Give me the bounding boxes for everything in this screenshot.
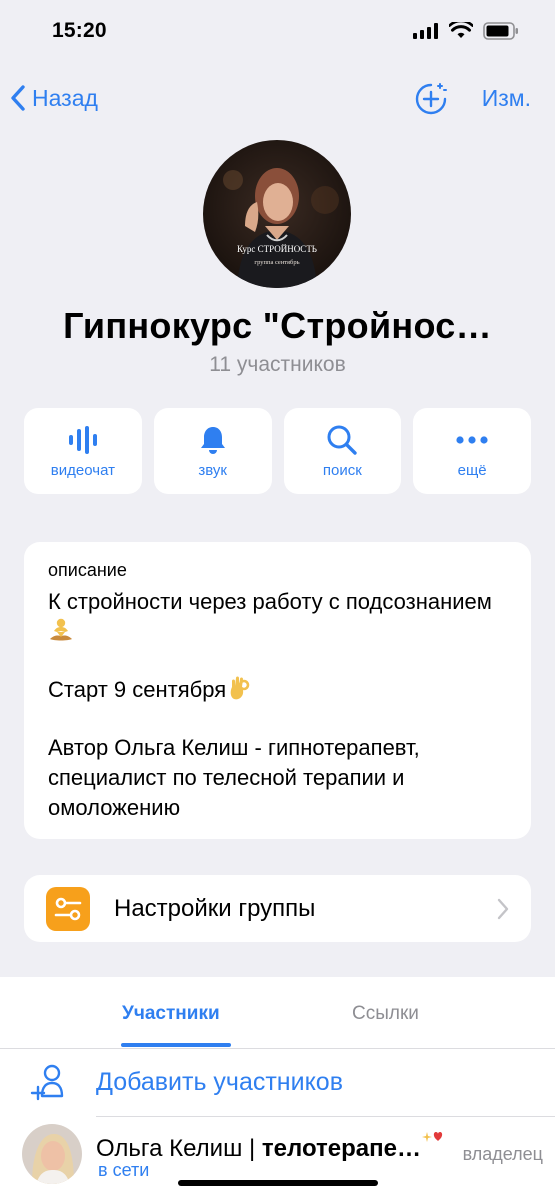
group-avatar-image: Курс СТРОЙНОСТЬ группа сентябрь [203, 140, 351, 288]
search-label: поиск [322, 461, 362, 479]
member-row[interactable]: Ольга Келиш | телотерапе… в сети владеле… [0, 1118, 555, 1184]
sound-label: звук [198, 461, 227, 479]
avatar-caption-2: группа сентябрь [254, 259, 299, 266]
active-tab-indicator [121, 1043, 231, 1047]
bell-icon [200, 426, 225, 454]
meditation-emoji-icon [50, 618, 72, 641]
member-status: в сети [98, 1160, 150, 1180]
members-count: 11 участников [209, 353, 346, 376]
member-avatar [22, 1124, 82, 1184]
description-line-2: Старт 9 сентября [48, 675, 507, 705]
group-settings-label: Настройки группы [114, 894, 316, 922]
sound-button[interactable]: звук [153, 408, 272, 494]
home-indicator [178, 1180, 378, 1186]
search-button[interactable]: поиск [283, 408, 402, 494]
add-circle-icon[interactable] [414, 82, 448, 116]
chevron-right-icon [497, 898, 509, 919]
description-card: описание К стройности через работу с под… [24, 542, 531, 839]
description-label: описание [48, 560, 127, 580]
more-button[interactable]: ещё [413, 408, 531, 494]
video-chat-button[interactable]: видеочат [24, 408, 142, 494]
tab-members[interactable]: Участники [122, 1003, 220, 1025]
ok-hand-emoji-icon [230, 676, 250, 700]
cellular-signal-icon [413, 23, 438, 39]
wifi-icon [449, 22, 473, 38]
tab-links[interactable]: Ссылки [352, 1003, 419, 1025]
action-buttons: видеочат звук поиск ещё [24, 408, 531, 494]
status-icons [413, 22, 519, 40]
navigation-bar: Назад Изм. [0, 78, 555, 118]
avatar-caption-1: Курс СТРОЙНОСТЬ [237, 244, 317, 254]
back-button[interactable]: Назад [10, 78, 98, 118]
sparkles-heart-icon [421, 1132, 443, 1142]
tab-bar: Участники Ссылки [0, 977, 555, 1049]
add-user-icon [30, 1064, 64, 1101]
group-settings-button[interactable]: Настройки группы [24, 875, 531, 942]
add-members-button[interactable]: Добавить участников [0, 1049, 555, 1117]
members-section: Участники Ссылки Добавить участников Оль… [0, 977, 555, 1200]
video-chat-label: видеочат [50, 461, 115, 479]
status-time: 15:20 [52, 19, 107, 42]
member-name: Ольга Келиш | телотерапе… [96, 1128, 445, 1163]
chevron-left-icon [11, 85, 25, 111]
member-role: владелец [462, 1144, 543, 1164]
group-avatar[interactable]: Курс СТРОЙНОСТЬ группа сентябрь [203, 140, 351, 288]
voice-chat-icon [68, 425, 97, 454]
divider [96, 1116, 555, 1117]
back-label: Назад [32, 84, 98, 111]
description-line-1: К стройности через работу с подсознанием [48, 587, 507, 647]
more-label: ещё [457, 461, 487, 479]
group-title: Гипнокурс "Стройнос… [63, 305, 492, 346]
more-icon [456, 435, 488, 444]
search-icon [327, 425, 358, 455]
edit-button[interactable]: Изм. [482, 78, 531, 118]
battery-icon [483, 22, 518, 40]
add-members-label: Добавить участников [96, 1068, 343, 1096]
description-line-3: Автор Ольга Келиш - гипнотерапевт, специ… [48, 735, 420, 820]
settings-toggle-icon [46, 886, 90, 931]
status-bar: 15:20 [0, 0, 555, 64]
